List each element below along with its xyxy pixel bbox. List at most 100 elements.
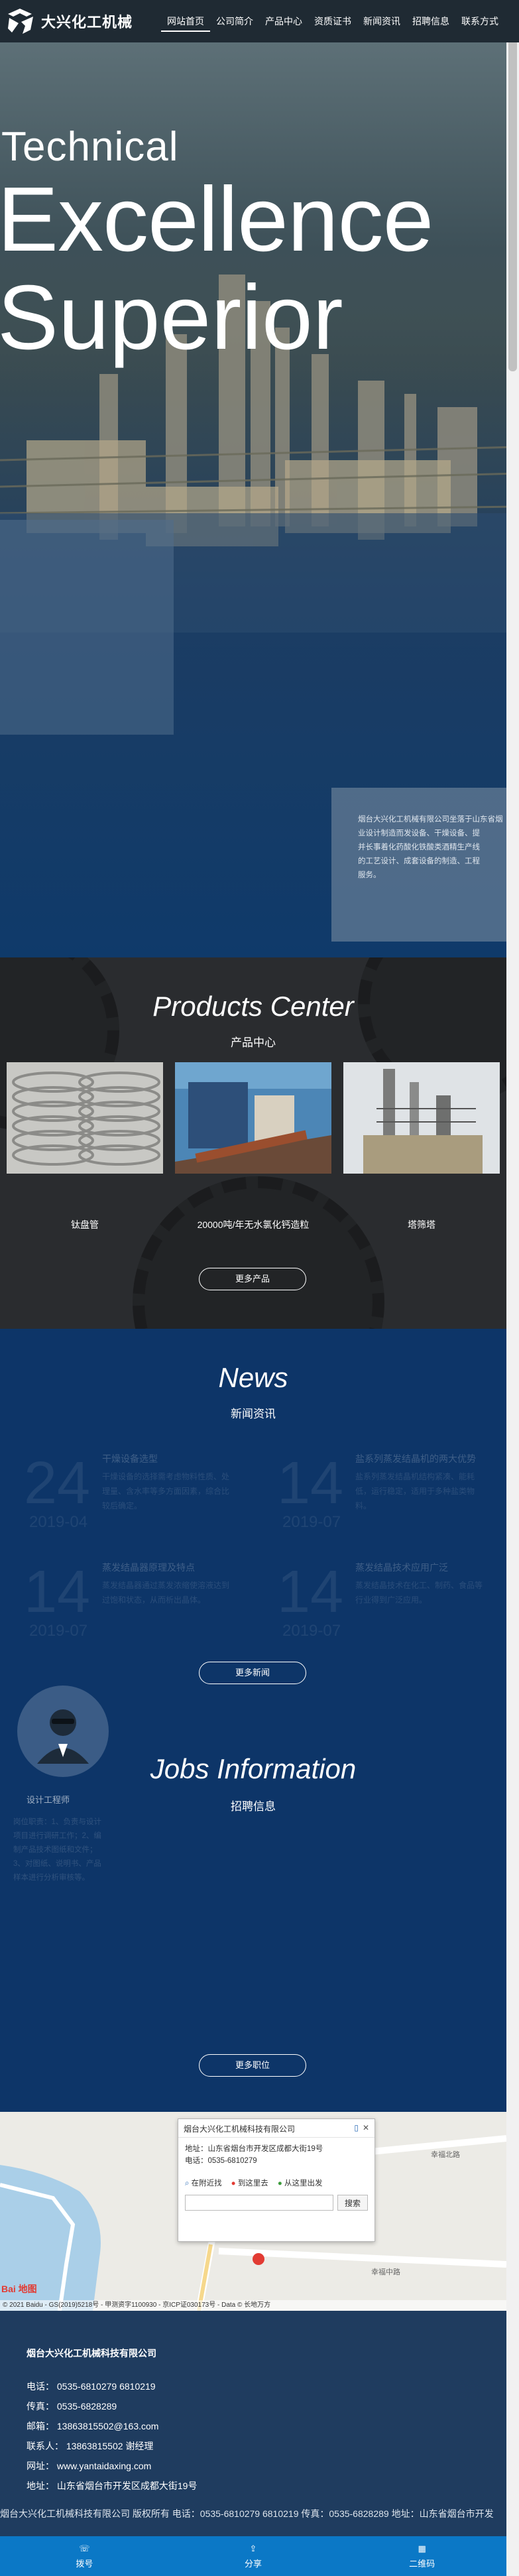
logo-mark-icon <box>5 7 36 35</box>
news-summary: 蒸发结晶技术在化工、制药、食品等行业得到广泛应用。 <box>355 1581 483 1605</box>
gear-decoration-icon <box>133 1176 384 1329</box>
map-address: 地址：山东省烟台市开发区成都大街19号 <box>185 2145 323 2153</box>
news-headline[interactable]: 蒸发结晶器原理及特点 <box>102 1561 195 1574</box>
news-headline[interactable]: 干燥设备选型 <box>102 1452 158 1465</box>
news-day: 14 <box>277 1450 344 1516</box>
news-headline[interactable]: 盐系列蒸发结晶机的两大优势 <box>355 1452 476 1465</box>
hero-heading-superior: Superior <box>0 267 343 369</box>
jobs-title: Jobs Information <box>150 1753 357 1784</box>
news-month: 2019-07 <box>29 1622 88 1640</box>
map-route-from-button[interactable]: ● 从这里出发 <box>278 2177 323 2188</box>
site-header: 大兴化工机械 网站首页 公司简介 产品中心 资质证书 新闻资讯 招聘信息 联系方… <box>0 0 519 42</box>
news-title: News <box>218 1362 288 1393</box>
contact-website[interactable]: 网址： www.yantaidaxing.com <box>27 2459 151 2473</box>
contact-section: 烟台大兴化工机械科技有限公司 电话： 0535-6810279 6810219 … <box>0 2311 506 2536</box>
hero-heading-technical: Technical <box>1 124 179 170</box>
news-day: 14 <box>24 1559 91 1625</box>
news-item[interactable]: 14 2019-07 盐系列蒸发结晶机的两大优势 盐系列蒸发结晶机结构紧凑、能耗… <box>264 1432 493 1546</box>
product-image-titanium-coil[interactable] <box>7 1062 163 1174</box>
map-route-to-label: 到这里去 <box>237 2179 268 2187</box>
intro-line: 并长事着化药酸化铁酸类酒精生产线 <box>358 843 480 851</box>
news-summary: 盐系列蒸发结晶机结构紧凑、能耗低，运行稳定，适用于多种盐类物料。 <box>355 1472 475 1510</box>
qrcode-icon: ▦ <box>418 2543 426 2553</box>
more-products-button[interactable]: 更多产品 <box>199 1268 306 1290</box>
contact-address: 地址： 山东省烟台市开发区成都大街19号 <box>27 2481 198 2491</box>
close-icon[interactable]: ✕ <box>363 2123 369 2133</box>
nav-products[interactable]: 产品中心 <box>259 12 308 32</box>
product-image-calcium-chloride[interactable] <box>175 1062 331 1174</box>
nav-news[interactable]: 新闻资讯 <box>357 12 406 32</box>
products-subtitle: 产品中心 <box>231 1036 276 1049</box>
news-item[interactable]: 14 2019-07 蒸发结晶器原理及特点 蒸发结晶器通过蒸发浓缩使溶液达到过饱… <box>11 1541 240 1655</box>
map-card-phone-icon[interactable]: ▯ <box>354 2123 359 2133</box>
hero-banner: Technical Excellence Superior 烟台大兴化工机械有限… <box>0 42 519 957</box>
nav-jobs[interactable]: 招聘信息 <box>406 12 455 32</box>
jobs-subtitle: 招聘信息 <box>231 1800 276 1813</box>
intro-line: 业设计制造而发设备、干燥设备、提 <box>358 829 480 837</box>
map-copyright: © 2021 Baidu - GS(2019)5218号 - 甲测资字11009… <box>0 2300 506 2311</box>
news-month: 2019-04 <box>29 1513 88 1531</box>
dial-button[interactable]: ☏ 拨号 <box>0 2536 169 2576</box>
contact-fax: 传真： 0535-6828289 <box>27 2401 117 2412</box>
product-image-tower[interactable] <box>343 1062 500 1174</box>
main-nav: 网站首页 公司简介 产品中心 资质证书 新闻资讯 招聘信息 联系方式 <box>161 12 504 32</box>
news-summary: 蒸发结晶器通过蒸发浓缩使溶液达到过饱和状态，从而析出晶体。 <box>102 1581 230 1605</box>
map-search-input[interactable] <box>185 2195 333 2211</box>
news-item[interactable]: 14 2019-07 蒸发结晶技术应用广泛 蒸发结晶技术在化工、制药、食品等行业… <box>264 1541 493 1655</box>
logo[interactable]: 大兴化工机械 <box>5 7 133 35</box>
footer-copyright: 烟台大兴化工机械科技有限公司 版权所有 电话：0535-6810279 6810… <box>0 2508 494 2519</box>
logo-text: 大兴化工机械 <box>41 14 133 31</box>
contact-email[interactable]: 邮箱： 13863815502@163.com <box>27 2420 158 2433</box>
nav-certificates[interactable]: 资质证书 <box>308 12 357 32</box>
nav-home[interactable]: 网站首页 <box>161 12 210 32</box>
search-icon: ⌕ <box>185 2179 190 2187</box>
map-nearby-button[interactable]: ⌕ 在附近找 <box>185 2177 222 2188</box>
intro-line: 服务。 <box>358 871 381 879</box>
contact-person: 联系人： 13863815502 谢经理 <box>27 2441 154 2451</box>
product-label[interactable]: 塔筛塔 <box>343 1218 500 1231</box>
products-section: Products Center 产品中心 钛盘管 20000吨/年无水氯化钙造粒… <box>0 957 506 1329</box>
more-jobs-button[interactable]: 更多职位 <box>199 2054 306 2077</box>
intro-line: 烟台大兴化工机械有限公司坐落于山东省烟 <box>358 816 503 824</box>
qrcode-label: 二维码 <box>409 2558 435 2569</box>
news-month: 2019-07 <box>282 1622 341 1640</box>
news-summary: 干燥设备的选择需考虑物料性质、处理量、含水率等多方面因素，综合比较后确定。 <box>102 1472 230 1510</box>
news-month: 2019-07 <box>282 1513 341 1531</box>
map-company-name: 烟台大兴化工机械科技有限公司 <box>184 2124 296 2134</box>
map-route-to-button[interactable]: ● 到这里去 <box>231 2177 268 2188</box>
pin-icon: ● <box>231 2179 236 2187</box>
map-search-button[interactable]: 搜索 <box>337 2195 368 2211</box>
product-label[interactable]: 20000吨/年无水氯化钙造粒 <box>175 1218 331 1231</box>
hero-heading-excellence: Excellence <box>0 168 433 271</box>
news-headline[interactable]: 蒸发结晶技术应用广泛 <box>355 1561 448 1574</box>
news-day: 24 <box>24 1450 91 1516</box>
nav-contact[interactable]: 联系方式 <box>455 12 504 32</box>
job-description: 岗位职责：1、负责与设计项目进行调研工作；2、编制产品技术图纸和文件；3、对图纸… <box>13 1818 101 1882</box>
qrcode-button[interactable]: ▦ 二维码 <box>337 2536 506 2576</box>
baidu-logo: Bai 地图 <box>1 2284 37 2294</box>
nav-about[interactable]: 公司简介 <box>210 12 259 32</box>
map-info-window: 烟台大兴化工机械科技有限公司 ▯ ✕ 地址：山东省烟台市开发区成都大街19号 电… <box>178 2118 375 2242</box>
pin-icon: ● <box>277 2179 282 2187</box>
mobile-bottom-bar: ☏ 拨号 ⇪ 分享 ▦ 二维码 <box>0 2536 506 2576</box>
map-road-label: 幸福北路 <box>431 2150 460 2159</box>
map-phone: 电话：0535-6810279 <box>185 2157 257 2165</box>
more-news-button[interactable]: 更多新闻 <box>199 1662 306 1684</box>
news-item[interactable]: 24 2019-04 干燥设备选型 干燥设备的选择需考虑物料性质、处理量、含水率… <box>11 1432 240 1546</box>
intro-line: 的工艺设计、成套设备的制造、工程 <box>358 857 480 865</box>
page-scrollbar[interactable] <box>506 0 519 2576</box>
hero-overlay-box <box>0 520 174 735</box>
dial-label: 拨号 <box>76 2558 93 2569</box>
scrollbar-thumb[interactable] <box>508 0 517 371</box>
company-intro-box[interactable]: 烟台大兴化工机械有限公司坐落于山东省烟 业设计制造而发设备、干燥设备、提 并长事… <box>331 788 506 942</box>
map-nearby-label: 在附近找 <box>191 2179 222 2187</box>
share-button[interactable]: ⇪ 分享 <box>169 2536 338 2576</box>
news-section: News 新闻资讯 24 2019-04 干燥设备选型 干燥设备的选择需考虑物料… <box>0 1329 506 2112</box>
contact-company-name: 烟台大兴化工机械科技有限公司 <box>27 2348 156 2359</box>
phone-icon: ☏ <box>79 2543 90 2553</box>
news-day: 14 <box>277 1559 344 1625</box>
baidu-map[interactable]: 幸福北路 幸福中路 Bai 地图 烟台大兴化工机械科技有限公司 ▯ ✕ 地址：山… <box>0 2112 506 2311</box>
share-label: 分享 <box>245 2558 262 2569</box>
product-label[interactable]: 钛盘管 <box>7 1218 163 1231</box>
contact-tel[interactable]: 电话： 0535-6810279 6810219 <box>27 2380 156 2393</box>
